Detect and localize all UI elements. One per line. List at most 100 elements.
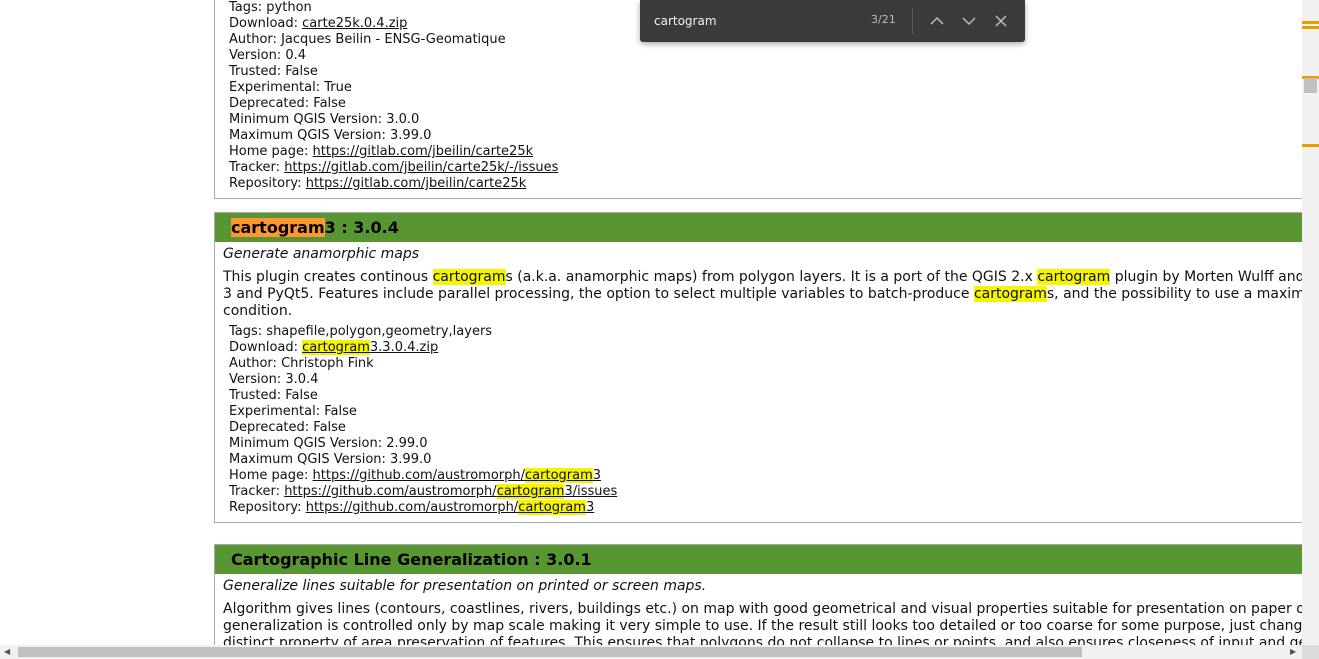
chevron-up-icon <box>930 16 944 25</box>
meta-deprecated: Deprecated: False <box>229 420 1302 436</box>
meta-label: Home page: <box>229 144 313 159</box>
plugin-title: Cartographic Line Generalization : 3.0.1 <box>215 545 1302 574</box>
about-line: condition. <box>223 303 293 319</box>
meta-author: Author: Christoph Fink <box>229 356 1302 372</box>
meta-label: Repository: <box>229 176 306 191</box>
meta-label: Download: <box>229 340 303 355</box>
plugin-title: cartogram3 : 3.0.4 <box>215 213 1302 242</box>
plugin-about: Algorithm gives lines (contours, coastli… <box>215 595 1302 645</box>
meta-link[interactable]: https://gitlab.com/jbeilin/carte25k/-/is… <box>284 160 558 175</box>
find-match-highlight: cartogram <box>973 286 1047 302</box>
meta-label: Minimum QGIS Version: <box>229 112 387 127</box>
meta-value: Christoph Fink <box>281 356 374 371</box>
meta-value: shapefile,polygon,geometry,layers <box>266 324 493 339</box>
meta-link[interactable]: carte25k.0.4.zip <box>302 16 407 31</box>
meta-tags: Tags: shapefile,polygon,geometry,layers <box>229 324 1302 340</box>
scroll-left-icon[interactable]: ◀ <box>4 645 10 659</box>
find-match-highlight: cartogram <box>525 468 593 483</box>
plugin-title-rest: 3 : 3.0.4 <box>324 218 399 237</box>
horizontal-scrollbar-thumb[interactable] <box>18 647 1082 657</box>
find-bar-divider <box>912 8 913 34</box>
about-line: Algorithm gives lines (contours, coastli… <box>223 601 1302 617</box>
meta-item: Trusted: False <box>229 64 1302 80</box>
plugin-description: Generate anamorphic maps <box>223 246 420 262</box>
meta-experimental: Experimental: False <box>229 404 1302 420</box>
find-match-highlight: cartogram <box>302 340 370 355</box>
meta-tracker: Tracker: https://github.com/austromorph/… <box>229 484 1302 500</box>
plugin-about: This plugin creates continous cartograms… <box>215 263 1302 320</box>
meta-label: Download: <box>229 16 303 31</box>
meta-value: python <box>266 0 312 15</box>
meta-max-qgis: Maximum QGIS Version: 3.99.0 <box>229 452 1302 468</box>
meta-repository: Repository: https://github.com/austromor… <box>229 500 1302 516</box>
find-close-button[interactable] <box>989 9 1013 33</box>
meta-label: Trusted: <box>229 388 286 403</box>
download-link[interactable]: cartogram3.3.0.4.zip <box>302 340 438 355</box>
meta-value: 0.4 <box>285 48 307 63</box>
vertical-scrollbar[interactable] <box>1302 0 1319 645</box>
meta-link[interactable]: https://gitlab.com/jbeilin/carte25k <box>306 176 527 191</box>
homepage-link[interactable]: https://github.com/austromorph/cartogram… <box>313 468 601 483</box>
meta-value: False <box>285 64 318 79</box>
meta-item: Deprecated: False <box>229 96 1302 112</box>
meta-link[interactable]: https://gitlab.com/jbeilin/carte25k <box>313 144 534 159</box>
meta-value: 3.99.0 <box>390 128 432 143</box>
meta-label: Deprecated: <box>229 420 314 435</box>
find-match-count: 3/21 <box>871 13 896 26</box>
meta-homepage: Home page: https://github.com/austromorp… <box>229 468 1302 484</box>
tracker-link[interactable]: https://github.com/austromorph/cartogram… <box>284 484 617 499</box>
meta-download: Download: cartogram3.3.0.4.zip <box>229 340 1302 356</box>
meta-item: Experimental: True <box>229 80 1302 96</box>
horizontal-scrollbar[interactable]: ◀ ▶ <box>0 645 1302 659</box>
meta-value: 3.99.0 <box>390 452 432 467</box>
vertical-scrollbar-thumb[interactable] <box>1304 78 1317 93</box>
page-content: Tags: python Download: carte25k.0.4.zip Au… <box>0 0 1302 645</box>
find-match-highlight: cartogram <box>496 484 565 499</box>
plugin-description: Generalize lines suitable for presentati… <box>223 578 707 594</box>
meta-value: False <box>285 388 318 403</box>
meta-value: 3.0.0 <box>386 112 420 127</box>
meta-label: Deprecated: <box>229 96 314 111</box>
about-line: This plugin creates continous cartograms… <box>223 269 1302 285</box>
scroll-right-icon[interactable]: ▶ <box>1290 645 1296 659</box>
meta-label: Minimum QGIS Version: <box>229 436 387 451</box>
meta-label: Tracker: <box>229 160 285 175</box>
meta-label: Trusted: <box>229 64 286 79</box>
meta-label: Maximum QGIS Version: <box>229 128 391 143</box>
meta-label: Tracker: <box>229 484 285 499</box>
find-match-highlight: cartogram <box>518 500 586 515</box>
close-icon <box>995 15 1007 27</box>
plugin-cartographic-line-generalization: Cartographic Line Generalization : 3.0.1… <box>214 544 1302 645</box>
meta-value: Jacques Beilin - ENSG-Geomatique <box>281 32 506 47</box>
meta-label: Version: <box>229 372 286 387</box>
meta-label: Experimental: <box>229 80 325 95</box>
find-input[interactable] <box>654 11 854 31</box>
meta-label: Repository: <box>229 500 306 515</box>
find-previous-button[interactable] <box>925 9 949 33</box>
meta-value: True <box>324 80 352 95</box>
meta-label: Version: <box>229 48 286 63</box>
repository-link[interactable]: https://github.com/austromorph/cartogram… <box>306 500 594 515</box>
meta-trusted: Trusted: False <box>229 388 1302 404</box>
meta-label: Author: <box>229 32 282 47</box>
about-line: 3 and PyQt5. Features include parallel p… <box>223 286 1302 302</box>
meta-item: Version: 0.4 <box>229 48 1302 64</box>
meta-label: Tags: <box>229 324 267 339</box>
meta-item: Maximum QGIS Version: 3.99.0 <box>229 128 1302 144</box>
meta-version: Version: 3.0.4 <box>229 372 1302 388</box>
meta-item: Repository: https://gitlab.com/jbeilin/c… <box>229 176 1302 192</box>
find-next-button[interactable] <box>957 9 981 33</box>
meta-label: Experimental: <box>229 404 325 419</box>
meta-label: Tags: <box>229 0 267 15</box>
find-match-marker <box>1302 21 1319 24</box>
meta-value: 3.0.4 <box>285 372 319 387</box>
find-match-highlight: cartogram <box>1037 269 1111 285</box>
plugin-metadata-list: Tags: shapefile,polygon,geometry,layers D… <box>215 320 1302 522</box>
meta-label: Home page: <box>229 468 313 483</box>
plugin-cartogram3: cartogram3 : 3.0.4 Generate anamorphic m… <box>214 212 1302 523</box>
meta-value: False <box>313 96 346 111</box>
find-match-marker <box>1302 26 1319 29</box>
find-match-marker <box>1302 144 1319 147</box>
find-bar: 3/21 <box>640 0 1025 42</box>
meta-item: Tracker: https://gitlab.com/jbeilin/cart… <box>229 160 1302 176</box>
